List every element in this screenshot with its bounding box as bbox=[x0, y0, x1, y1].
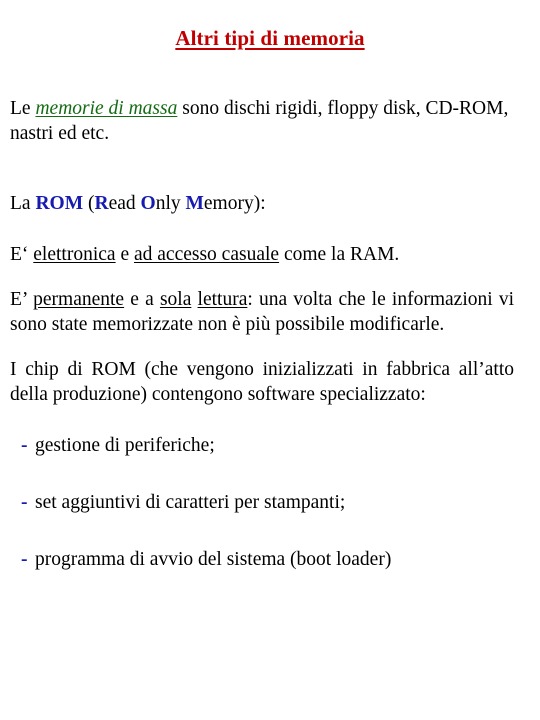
list-item: - programma di avvio del sistema (boot lo… bbox=[21, 547, 514, 572]
dash-marker-icon: - bbox=[21, 435, 28, 456]
p2-initial-r: R bbox=[94, 193, 109, 214]
p2-open-paren: ( bbox=[83, 193, 95, 214]
list-item-label: programma di avvio del sistema (boot loa… bbox=[35, 549, 392, 570]
p1-lead: Le bbox=[10, 98, 36, 119]
p2-ead: ead bbox=[108, 193, 141, 214]
p2-emory: emory): bbox=[203, 193, 266, 214]
list-item: - gestione di periferiche; bbox=[21, 433, 514, 458]
p3-underline-accesso-casuale: ad accesso casuale bbox=[133, 244, 280, 265]
p2-initial-m: M bbox=[185, 193, 204, 214]
paragraph-memorie-di-massa: Le memorie di massa sono dischi rigidi, … bbox=[10, 96, 514, 146]
p2-lead: La bbox=[10, 193, 36, 214]
page-title-text: Altri tipi di memoria bbox=[175, 26, 365, 50]
p2-initial-o: O bbox=[140, 193, 156, 214]
paragraph-rom-acronym: La ROM (Read Only Memory): bbox=[10, 191, 514, 216]
list-item-label: set aggiuntivi di caratteri per stampant… bbox=[35, 492, 346, 513]
paragraph-permanente: E’ permanente e a sola lettura: una volt… bbox=[10, 287, 514, 337]
p3-mid: e bbox=[115, 244, 134, 265]
p2-nly: nly bbox=[155, 193, 186, 214]
list-item: - set aggiuntivi di caratteri per stampan… bbox=[21, 490, 514, 515]
rom-software-list: - gestione di periferiche; - set aggiuntiv… bbox=[10, 433, 514, 572]
paragraph-chip-di-rom: I chip di ROM (che vengono inizializzati… bbox=[10, 359, 514, 405]
dash-marker-icon: - bbox=[21, 549, 28, 570]
p4-mid: e a bbox=[124, 289, 160, 310]
paragraph-elettronica: E‘ elettronica e ad accesso casuale come… bbox=[10, 242, 514, 267]
p4-lead: E’ bbox=[10, 289, 34, 310]
p3-rest: come la RAM. bbox=[279, 244, 400, 265]
p2-rom: ROM bbox=[35, 193, 84, 214]
p3-lead: E‘ bbox=[10, 244, 34, 265]
p4-underline-sola: sola bbox=[159, 289, 192, 310]
p4-underline-permanente: permanente bbox=[33, 289, 125, 310]
list-item-label: gestione di periferiche; bbox=[35, 435, 215, 456]
p3-underline-elettronica: elettronica bbox=[33, 244, 116, 265]
p1-emphasis-memorie-di-massa: memorie di massa bbox=[35, 98, 178, 119]
page-title: Altri tipi di memoria bbox=[0, 26, 540, 50]
p4-underline-lettura: lettura bbox=[197, 289, 248, 310]
slide-body: Le memorie di massa sono dischi rigidi, … bbox=[10, 96, 514, 572]
dash-marker-icon: - bbox=[21, 492, 28, 513]
slide-canvas: Altri tipi di memoria Le memorie di mass… bbox=[0, 0, 540, 720]
